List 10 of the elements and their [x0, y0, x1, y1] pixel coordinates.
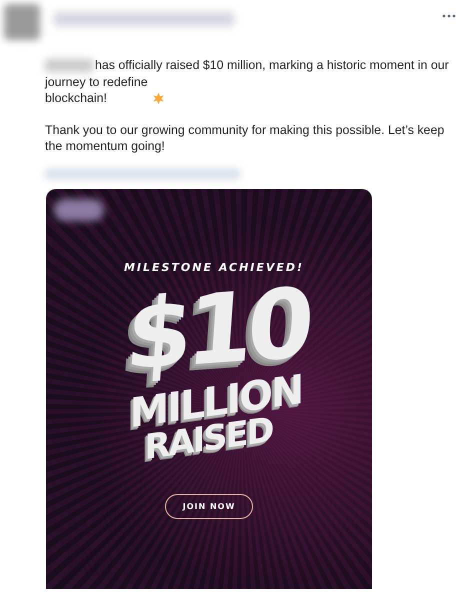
blurred-logo	[54, 198, 104, 220]
post-text: journey to redefine blockchain!	[45, 74, 148, 106]
post-text: Thank you to our growing community for making this possible. Let’s keep the momentum going!	[45, 122, 446, 154]
headline: MILESTONE ACHIEVED!	[122, 260, 304, 274]
blurred-avatar	[4, 4, 40, 40]
more-icon[interactable]	[442, 14, 456, 18]
star-icon	[152, 92, 165, 104]
join-now-button[interactable]: JOIN NOW	[165, 494, 253, 518]
blurred-name	[45, 58, 93, 72]
post-text: has officially raised $10 million, marking a historic moment in our	[95, 57, 449, 74]
